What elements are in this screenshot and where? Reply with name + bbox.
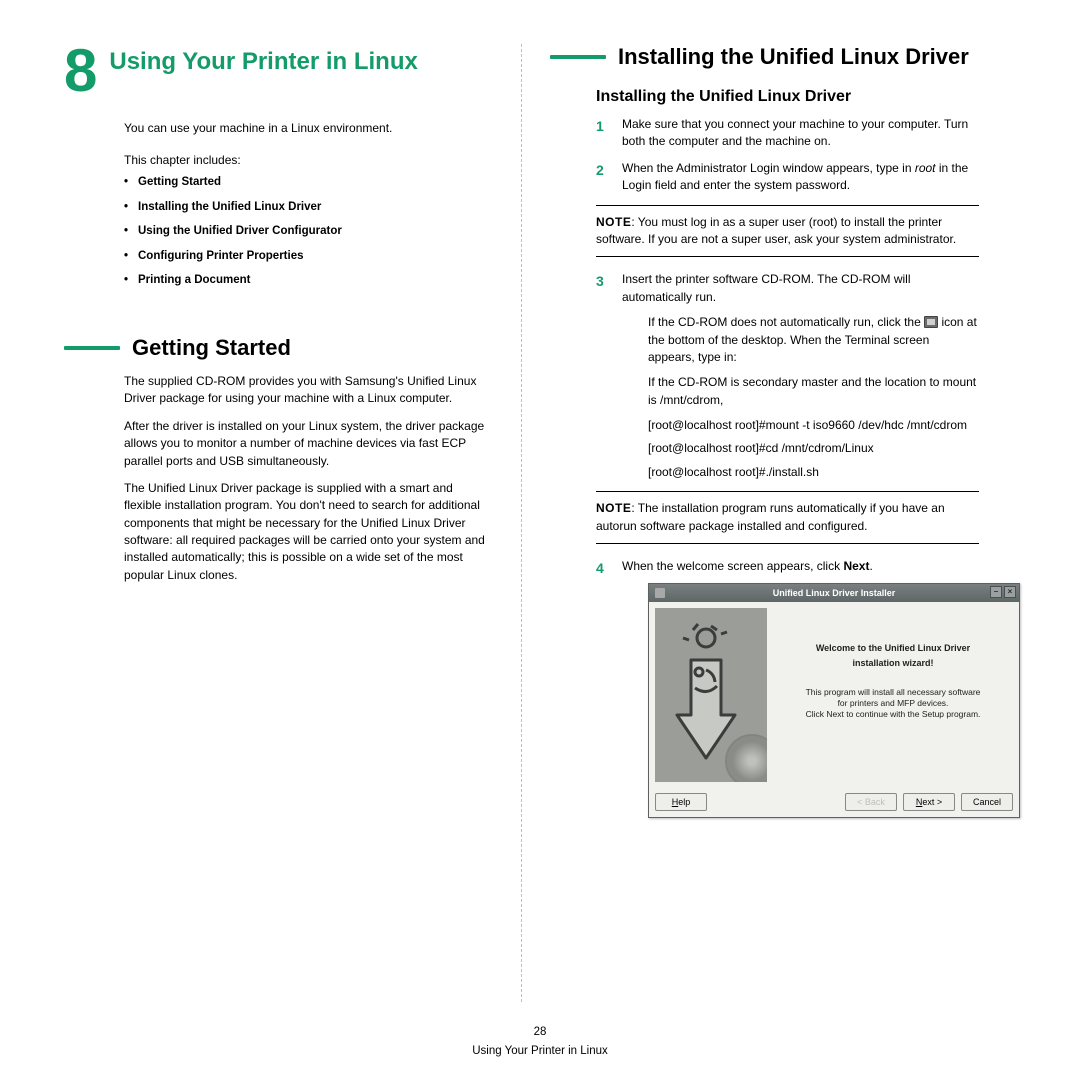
- step-4: 4 When the welcome screen appears, click…: [596, 558, 979, 818]
- installer-titlebar: Unified Linux Driver Installer – ×: [649, 584, 1019, 602]
- installer-body-line: for printers and MFP devices.: [781, 698, 1005, 709]
- shell-command: [root@localhost root]#cd /mnt/cdrom/Linu…: [648, 440, 979, 457]
- installer-text-panel: Welcome to the Unified Linux Driver inst…: [773, 608, 1013, 782]
- step-text: Make sure that you connect your machine …: [622, 117, 968, 148]
- install-steps: 4 When the welcome screen appears, click…: [596, 558, 979, 818]
- step-text: When the Administrator Login window appe…: [622, 161, 968, 192]
- installer-body-line: This program will install all necessary …: [781, 687, 1005, 698]
- note-box: NOTE: You must log in as a super user (r…: [596, 205, 979, 258]
- section-header-install: Installing the Unified Linux Driver: [550, 44, 979, 70]
- install-steps: 1 Make sure that you connect your machin…: [596, 116, 979, 195]
- step-number: 2: [596, 160, 604, 180]
- page-number: 28: [0, 1024, 1080, 1041]
- chapter-number: 8: [64, 44, 95, 98]
- step-3: 3 Insert the printer software CD-ROM. Th…: [596, 271, 979, 481]
- back-button: < Back: [845, 793, 897, 811]
- step-text: When the welcome screen appears, click N…: [622, 559, 873, 573]
- step-1: 1 Make sure that you connect your machin…: [596, 116, 979, 151]
- terminal-icon: [924, 316, 938, 328]
- installer-body-line: Click Next to continue with the Setup pr…: [781, 709, 1005, 720]
- chapter-toc: Getting Started Installing the Unified L…: [124, 175, 489, 289]
- installer-window: Unified Linux Driver Installer – ×: [648, 583, 1020, 818]
- note-box: NOTE: The installation program runs auto…: [596, 491, 979, 544]
- note-text: : You must log in as a super user (root)…: [596, 215, 956, 246]
- running-title: Using Your Printer in Linux: [0, 1043, 1080, 1060]
- includes-label: This chapter includes:: [124, 153, 489, 167]
- toc-item: Configuring Printer Properties: [124, 249, 489, 265]
- shell-command: [root@localhost root]#./install.sh: [648, 464, 979, 481]
- sub-paragraph: If the CD-ROM is secondary master and th…: [648, 374, 979, 409]
- column-divider: [521, 44, 522, 1002]
- close-icon[interactable]: ×: [1004, 586, 1016, 598]
- paragraph: The Unified Linux Driver package is supp…: [124, 480, 489, 584]
- chapter-intro: You can use your machine in a Linux envi…: [124, 120, 489, 137]
- installer-graphic: [655, 608, 767, 782]
- sub-paragraph: If the CD-ROM does not automatically run…: [648, 314, 979, 366]
- window-title: Unified Linux Driver Installer: [649, 587, 1019, 600]
- toc-item: Installing the Unified Linux Driver: [124, 200, 489, 216]
- cancel-button[interactable]: Cancel: [961, 793, 1013, 811]
- section-bar-icon: [550, 55, 606, 59]
- toc-item: Using the Unified Driver Configurator: [124, 224, 489, 240]
- chapter-header: 8 Using Your Printer in Linux: [64, 44, 489, 98]
- step-number: 3: [596, 271, 604, 291]
- section-title: Installing the Unified Linux Driver: [618, 44, 969, 70]
- section-header-getting-started: Getting Started: [64, 335, 489, 361]
- note-text: : The installation program runs automati…: [596, 501, 945, 532]
- step-number: 4: [596, 558, 604, 578]
- welcome-line: installation wizard!: [781, 657, 1005, 670]
- paragraph: The supplied CD-ROM provides you with Sa…: [124, 373, 489, 408]
- chapter-title: Using Your Printer in Linux: [109, 44, 417, 77]
- toc-item: Getting Started: [124, 175, 489, 191]
- next-button[interactable]: Next >: [903, 793, 955, 811]
- note-label: NOTE: [596, 215, 631, 229]
- step-number: 1: [596, 116, 604, 136]
- page-footer: 28 Using Your Printer in Linux: [0, 1024, 1080, 1061]
- shell-command: [root@localhost root]#mount -t iso9660 /…: [648, 417, 979, 434]
- toc-item: Printing a Document: [124, 273, 489, 289]
- step-text: Insert the printer software CD-ROM. The …: [622, 272, 911, 303]
- minimize-icon[interactable]: –: [990, 586, 1002, 598]
- section-title: Getting Started: [132, 335, 291, 361]
- help-button[interactable]: Help: [655, 793, 707, 811]
- welcome-line: Welcome to the Unified Linux Driver: [781, 642, 1005, 655]
- note-label: NOTE: [596, 501, 631, 515]
- install-steps: 3 Insert the printer software CD-ROM. Th…: [596, 271, 979, 481]
- section-bar-icon: [64, 346, 120, 350]
- paragraph: After the driver is installed on your Li…: [124, 418, 489, 470]
- disc-icon: [725, 734, 767, 782]
- step-2: 2 When the Administrator Login window ap…: [596, 160, 979, 195]
- subsection-heading: Installing the Unified Linux Driver: [596, 88, 979, 106]
